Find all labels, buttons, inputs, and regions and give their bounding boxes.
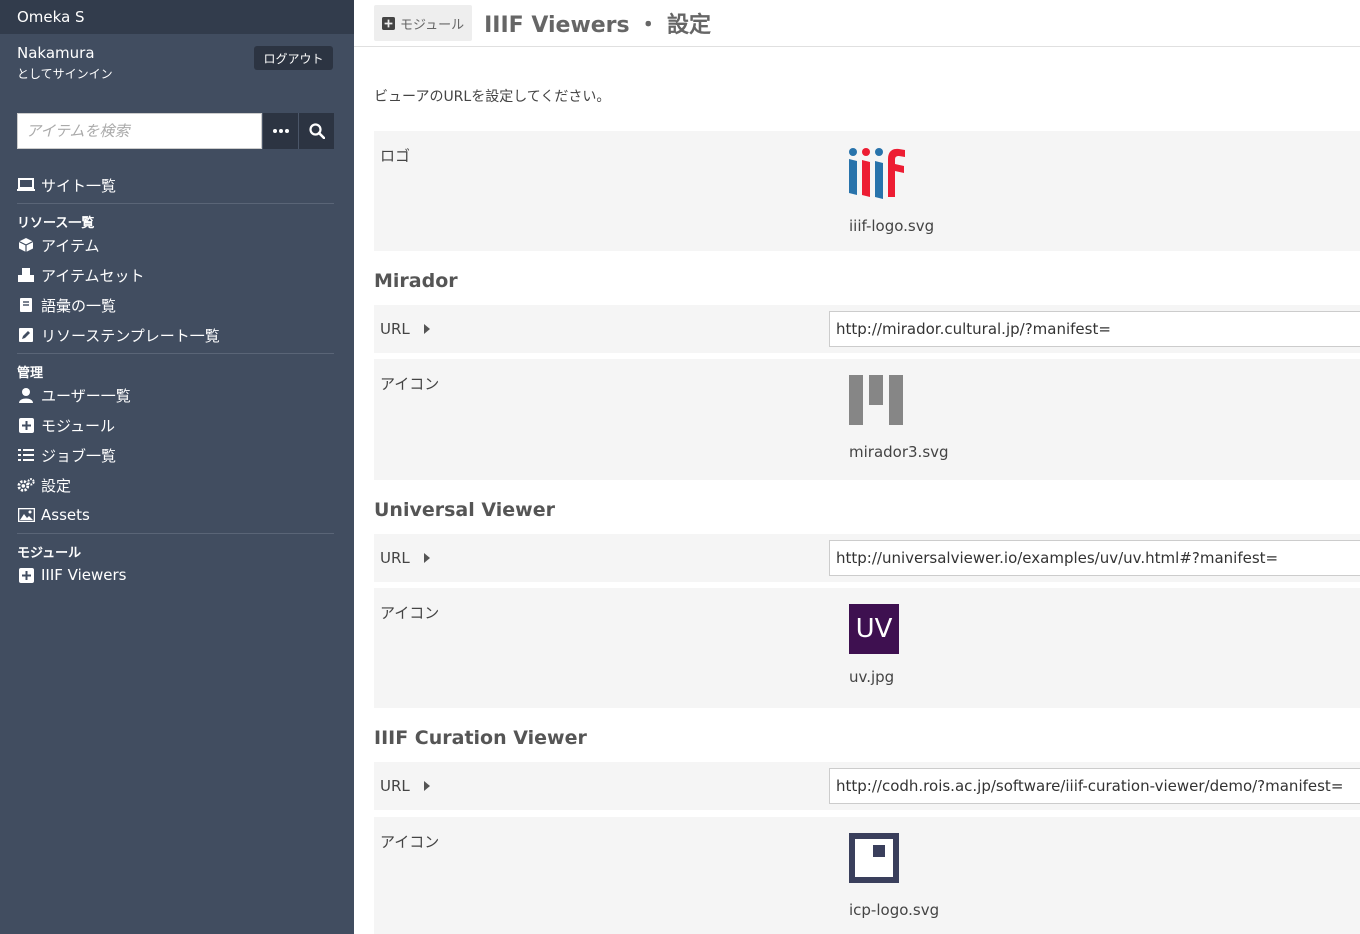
- iiif-logo-icon: [849, 148, 905, 199]
- sidebar-item-vocabularies[interactable]: 語彙の一覧: [17, 290, 334, 320]
- logo-label: ロゴ: [380, 147, 411, 165]
- page-header: モジュール IIIF Viewers ・ 設定: [354, 0, 1360, 47]
- sidebar-item-label: モジュール: [41, 416, 115, 435]
- advanced-search-button[interactable]: [262, 113, 298, 149]
- sidebar-item-label: Assets: [41, 506, 90, 524]
- icv-icon-preview: icp-logo.svg: [849, 833, 939, 919]
- mirador-icon-panel: アイコン mirador3.svg: [374, 359, 1360, 480]
- uv-icon-label: アイコン: [380, 604, 440, 622]
- cogs-icon: [17, 476, 35, 494]
- icv-heading: IIIF Curation Viewer: [374, 727, 587, 749]
- logo-preview: iiif-logo.svg: [849, 147, 934, 235]
- sidebar-item-label: 語彙の一覧: [41, 296, 117, 315]
- sidebar-item-label: ジョブ一覧: [41, 446, 117, 465]
- sidebar-item-label: アイテム: [41, 236, 100, 255]
- plus-square-icon: [382, 16, 395, 30]
- breadcrumb-modules[interactable]: モジュール: [374, 5, 473, 41]
- mirador-logo-icon: [849, 375, 903, 425]
- divider: [17, 533, 334, 534]
- nav-heading-admin: 管理: [17, 366, 44, 381]
- search-button[interactable]: [298, 113, 334, 149]
- uv-url-row: URL: [374, 534, 1360, 582]
- sidebar-item-label: アイテムセット: [41, 266, 145, 285]
- sidebar-item-settings[interactable]: 設定: [17, 470, 334, 500]
- laptop-icon: [17, 176, 35, 194]
- icv-url-row: URL: [374, 762, 1360, 810]
- sidebar-item-sites[interactable]: サイト一覧: [17, 170, 334, 200]
- uv-url-label[interactable]: URL: [380, 549, 430, 567]
- breadcrumb-label: モジュール: [400, 17, 465, 33]
- plus-square-icon: [17, 566, 35, 584]
- divider: [17, 353, 334, 354]
- search-icon: [308, 123, 325, 139]
- cube-icon: [17, 236, 35, 254]
- mirador-url-row: URL: [374, 305, 1360, 353]
- uv-logo-icon: UV: [849, 604, 899, 654]
- mirador-url-input[interactable]: [829, 311, 1360, 347]
- sidebar-item-iiif-viewers[interactable]: IIIF Viewers: [17, 560, 334, 590]
- edit-icon: [17, 326, 35, 344]
- user-icon: [17, 386, 35, 404]
- intro-text: ビューアのURLを設定してください。: [374, 89, 611, 105]
- search-input[interactable]: [17, 113, 262, 149]
- book-icon: [17, 296, 35, 314]
- mirador-icon-file-name: mirador3.svg: [849, 443, 949, 461]
- sidebar-item-items[interactable]: アイテム: [17, 230, 334, 260]
- icv-icon-file-name: icp-logo.svg: [849, 901, 940, 919]
- mirador-icon-preview: mirador3.svg: [849, 375, 949, 461]
- caret-right-icon: [423, 324, 430, 334]
- page-title: IIIF Viewers ・ 設定: [484, 13, 711, 38]
- sidebar-nav: サイト一覧 リソース一覧 アイテム アイテムセット 語彙の一覧 リソーステンプレ…: [17, 170, 334, 590]
- sidebar-item-assets[interactable]: Assets: [17, 500, 334, 530]
- logo-panel: ロゴ iiif-logo.svg: [374, 131, 1360, 251]
- icv-icon-panel: アイコン icp-logo.svg: [374, 817, 1360, 934]
- sidebar-item-resource-templates[interactable]: リソーステンプレート一覧: [17, 320, 334, 350]
- logo-file-name: iiif-logo.svg: [849, 217, 935, 235]
- caret-right-icon: [423, 781, 430, 791]
- uv-url-input[interactable]: [829, 540, 1360, 576]
- plus-square-icon: [17, 416, 35, 434]
- ellipsis-icon: [272, 129, 289, 133]
- nav-heading-module: モジュール: [17, 546, 82, 561]
- sidebar-item-label: サイト一覧: [41, 176, 117, 195]
- mirador-url-label[interactable]: URL: [380, 320, 430, 338]
- nav-heading-resources: リソース一覧: [17, 216, 95, 231]
- search-form: [17, 113, 334, 149]
- user-block: Nakamura としてサインイン ログアウト: [0, 34, 354, 98]
- sidebar-item-label: 設定: [41, 476, 72, 495]
- sidebar-item-label: リソーステンプレート一覧: [41, 326, 220, 345]
- logout-button[interactable]: ログアウト: [254, 46, 333, 70]
- main-content: モジュール IIIF Viewers ・ 設定 ビューアのURLを設定してくださ…: [354, 0, 1360, 934]
- uv-icon-preview: UV uv.jpg: [849, 604, 899, 686]
- sidebar-item-modules[interactable]: モジュール: [17, 410, 334, 440]
- icp-logo-icon: [849, 833, 899, 883]
- icv-icon-label: アイコン: [380, 833, 440, 851]
- icv-url-label[interactable]: URL: [380, 777, 430, 795]
- uv-icon-panel: アイコン UV uv.jpg: [374, 588, 1360, 708]
- mirador-heading: Mirador: [374, 270, 458, 292]
- sidebar-item-label: IIIF Viewers: [41, 566, 127, 584]
- brand-logo[interactable]: Omeka S: [0, 0, 354, 34]
- divider: [17, 203, 334, 204]
- image-icon: [17, 506, 35, 524]
- icv-url-input[interactable]: [829, 768, 1360, 804]
- sidebar-item-users[interactable]: ユーザー一覧: [17, 380, 334, 410]
- uv-icon-file-name: uv.jpg: [849, 668, 895, 686]
- caret-right-icon: [423, 553, 430, 563]
- sidebar-item-item-sets[interactable]: アイテムセット: [17, 260, 334, 290]
- tasks-icon: [17, 446, 35, 464]
- sidebar-item-jobs[interactable]: ジョブ一覧: [17, 440, 334, 470]
- cubes-icon: [17, 266, 35, 284]
- sidebar: Omeka S Nakamura としてサインイン ログアウト サイト一覧 リソ…: [0, 0, 354, 934]
- uv-heading: Universal Viewer: [374, 499, 555, 521]
- sidebar-item-label: ユーザー一覧: [41, 386, 131, 405]
- mirador-icon-label: アイコン: [380, 375, 440, 393]
